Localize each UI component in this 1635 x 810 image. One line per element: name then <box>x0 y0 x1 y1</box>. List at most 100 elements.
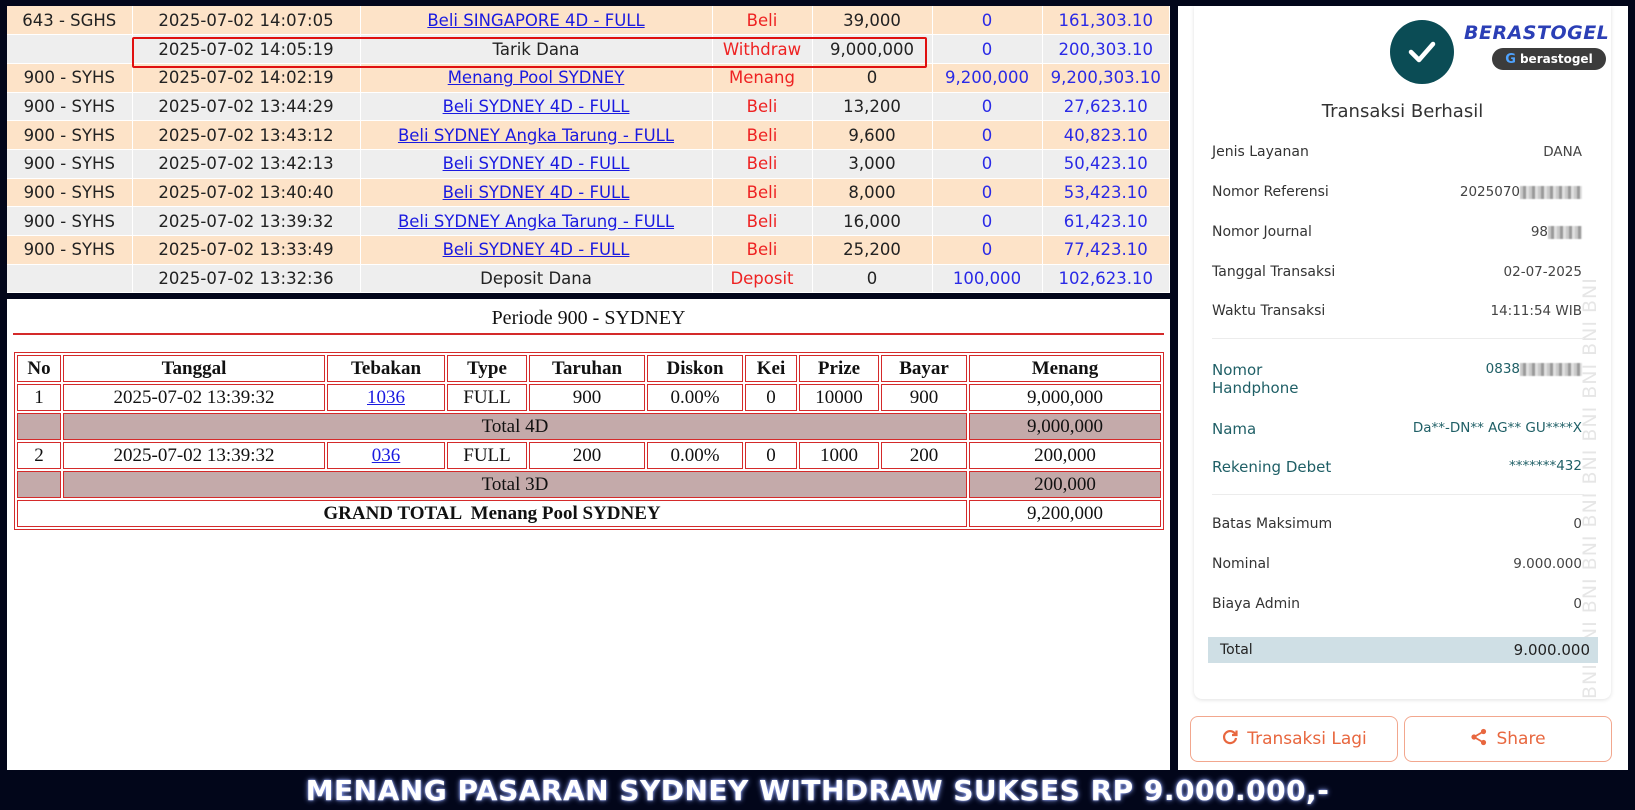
detail-row: 2 2025-07-02 13:39:32 036 FULL 200 0.00%… <box>17 442 1161 469</box>
transaction-link[interactable]: Beli SYDNEY 4D - FULL <box>443 183 630 202</box>
datetime-cell: 2025-07-02 13:42:13 <box>132 149 361 179</box>
total-row: Total 3D 200,000 <box>17 471 1161 498</box>
credit-cell: 9,200,000 <box>932 63 1043 93</box>
type-cell: Menang <box>712 63 813 93</box>
total-label: Total 3D <box>63 471 967 498</box>
transaction-link[interactable]: Beli SYDNEY 4D - FULL <box>443 154 630 173</box>
transaction-table: 643 - SGHS 2025-07-02 14:07:05 Beli SINGAP… <box>7 6 1170 293</box>
cell-tanggal: 2025-07-02 13:39:32 <box>63 384 325 411</box>
receipt-panel: BNI BNI BNI BNI BNI BNI BNI BNI BNI BNI … <box>1178 6 1628 770</box>
cell-tanggal: 2025-07-02 13:39:32 <box>63 442 325 469</box>
grand-total-label: GRAND TOTAL Menang Pool SYDNEY <box>17 500 967 527</box>
type-cell: Beli <box>712 235 813 265</box>
cell-tebakan: 1036 <box>327 384 445 411</box>
transaction-link[interactable]: Beli SYDNEY 4D - FULL <box>443 97 630 116</box>
balance-cell: 200,303.10 <box>1042 34 1170 64</box>
tebakan-link[interactable]: 1036 <box>367 387 405 408</box>
cell-menang: 9,000,000 <box>969 384 1161 411</box>
total-bar: Total 9.000.000 <box>1208 637 1598 663</box>
transaction-link[interactable]: Beli SYDNEY Angka Tarung - FULL <box>398 212 674 231</box>
balance-cell: 53,423.10 <box>1042 178 1170 208</box>
amount-cell: 9,000,000 <box>812 34 933 64</box>
brand-name: BERASTOGEL <box>1464 22 1610 44</box>
transaction-row: 900 - SYHS 2025-07-02 13:44:29 Beli SYDNEY… <box>7 92 1170 122</box>
total-row: Total 4D 9,000,000 <box>17 413 1161 440</box>
transaction-link[interactable]: Beli SYDNEY 4D - FULL <box>443 240 630 259</box>
share-button[interactable]: Share <box>1404 716 1612 762</box>
field-rekening-debet: Rekening Debet *******432 <box>1212 458 1582 476</box>
total-label: Total 4D <box>63 413 967 440</box>
cell-diskon: 0.00% <box>647 442 743 469</box>
transaction-row: 2025-07-02 13:32:36 Deposit Dana Deposit 0 1… <box>7 264 1170 293</box>
transaction-link[interactable]: Beli SYDNEY Angka Tarung - FULL <box>398 126 674 145</box>
description-cell: Beli SYDNEY 4D - FULL <box>360 235 713 265</box>
cell-bayar: 900 <box>881 384 967 411</box>
google-icon: G <box>1505 51 1516 67</box>
market-cell: 900 - SYHS <box>7 235 133 265</box>
description-cell: Beli SYDNEY Angka Tarung - FULL <box>360 120 713 150</box>
datetime-cell: 2025-07-02 14:07:05 <box>132 6 361 36</box>
cell-no: 1 <box>17 384 61 411</box>
field-value: 0838 <box>1485 361 1520 377</box>
cell-bayar: 200 <box>881 442 967 469</box>
col-kei: Kei <box>745 355 797 382</box>
receipt-card: BNI BNI BNI BNI BNI BNI BNI BNI BNI BNI … <box>1194 6 1611 699</box>
transaction-link[interactable]: Menang Pool SYDNEY <box>448 68 625 87</box>
transaction-link[interactable]: Beli SINGAPORE 4D - FULL <box>427 11 644 30</box>
bottom-banner: MENANG PASARAN SYDNEY WITHDRAW SUKSES RP… <box>305 773 1330 807</box>
market-cell: 900 - SYHS <box>7 206 133 236</box>
tebakan-link[interactable]: 036 <box>372 445 401 466</box>
credit-cell: 0 <box>932 206 1043 236</box>
cell-taruhan: 900 <box>529 384 645 411</box>
field-value: 98 <box>1530 224 1548 240</box>
market-cell: 900 - SYHS <box>7 120 133 150</box>
amount-cell: 3,000 <box>812 149 933 179</box>
col-type: Type <box>447 355 527 382</box>
type-cell: Deposit <box>712 264 813 293</box>
balance-cell: 61,423.10 <box>1042 206 1170 236</box>
field-tanggal-transaksi: Tanggal Transaksi 02-07-2025 <box>1212 264 1582 280</box>
field-nomor-referensi: Nomor Referensi 2025070 <box>1212 184 1582 200</box>
field-value: 02-07-2025 <box>1503 264 1582 280</box>
period-title: Periode 900 - SYDNEY <box>491 307 686 329</box>
field-value: Da**-DN** AG** GU****X <box>1412 420 1582 436</box>
field-value-wrap: 0838 <box>1486 361 1582 377</box>
cell-empty <box>17 413 61 440</box>
field-label: Nama <box>1212 420 1257 438</box>
field-label: Nomor Handphone <box>1212 361 1299 397</box>
brand-pill: G berastogel <box>1492 48 1606 70</box>
field-batas-maksimum: Batas Maksimum 0 <box>1212 516 1582 532</box>
cell-diskon: 0.00% <box>647 384 743 411</box>
field-value-wrap: 98 <box>1531 224 1582 240</box>
period-detail-table: No Tanggal Tebakan Type Taruhan Diskon K… <box>14 352 1164 530</box>
col-bayar: Bayar <box>881 355 967 382</box>
credit-cell: 100,000 <box>932 264 1043 293</box>
transaction-row: 2025-07-02 14:05:19 Tarik Dana Withdraw 9,0… <box>7 34 1170 64</box>
field-value: 0 <box>1573 596 1582 612</box>
amount-cell: 0 <box>812 264 933 293</box>
field-label: Biaya Admin <box>1212 596 1301 612</box>
amount-cell: 9,600 <box>812 120 933 150</box>
detail-header-row: No Tanggal Tebakan Type Taruhan Diskon K… <box>17 355 1161 382</box>
field-nomor-handphone: Nomor Handphone 0838 <box>1212 361 1582 397</box>
market-cell: 643 - SGHS <box>7 6 133 36</box>
transaksi-lagi-button[interactable]: Transaksi Lagi <box>1190 716 1398 762</box>
share-icon <box>1470 728 1488 751</box>
redacted-blur <box>1548 225 1582 239</box>
type-cell: Beli <box>712 149 813 179</box>
field-label: Waktu Transaksi <box>1212 303 1326 319</box>
field-value: 14:11:54 WIB <box>1490 303 1582 319</box>
field-value: 2025070 <box>1459 184 1520 200</box>
type-cell: Withdraw <box>712 34 813 64</box>
description-cell: Deposit Dana <box>360 264 713 293</box>
field-label: Batas Maksimum <box>1212 516 1333 532</box>
description-cell: Beli SYDNEY 4D - FULL <box>360 92 713 122</box>
datetime-cell: 2025-07-02 13:43:12 <box>132 120 361 150</box>
col-diskon: Diskon <box>647 355 743 382</box>
description-cell: Beli SYDNEY Angka Tarung - FULL <box>360 206 713 236</box>
field-label: Jenis Layanan <box>1212 144 1309 160</box>
field-value-wrap: 2025070 <box>1460 184 1582 200</box>
type-cell: Beli <box>712 92 813 122</box>
balance-cell: 102,623.10 <box>1042 264 1170 293</box>
datetime-cell: 2025-07-02 13:32:36 <box>132 264 361 293</box>
